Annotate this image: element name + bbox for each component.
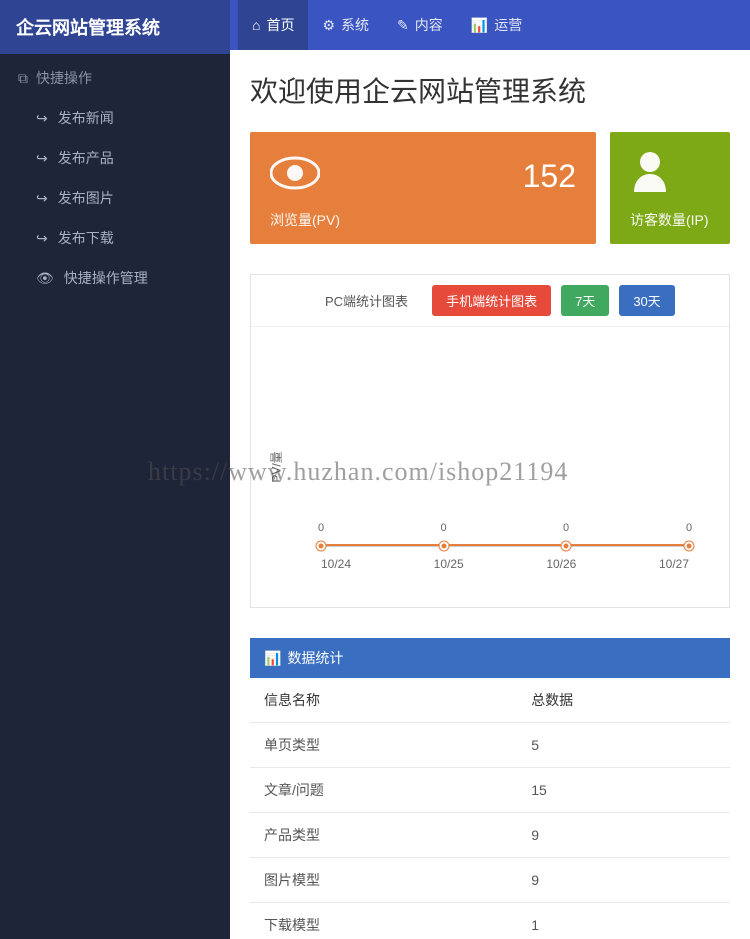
chart-tab-pc[interactable]: PC端统计图表 <box>311 285 422 316</box>
sidebar-item-label: 发布产品 <box>58 148 114 168</box>
user-icon <box>630 150 670 202</box>
chart-x-tick: 10/25 <box>434 557 464 571</box>
sidebar-item-label: 发布下载 <box>58 228 114 248</box>
table-cell-total: 15 <box>517 768 730 813</box>
share-icon: ↪ <box>36 150 48 167</box>
table-header-total: 总数据 <box>517 678 730 723</box>
table-cell-name: 单页类型 <box>250 723 517 768</box>
table-row: 文章/问题 15 <box>250 768 730 813</box>
chart-x-tick: 10/27 <box>659 557 689 571</box>
sidebar-item-product[interactable]: ↪ 发布产品 <box>0 138 230 178</box>
panel-header: 📊 数据统计 <box>250 638 730 678</box>
topnav-label: 系统 <box>341 15 369 35</box>
sidebar-item-news[interactable]: ↪ 发布新闻 <box>0 98 230 138</box>
share-icon: ↪ <box>36 190 48 207</box>
table-cell-total: 9 <box>517 858 730 903</box>
table-row: 图片模型 9 <box>250 858 730 903</box>
home-icon: ⌂ <box>252 17 260 33</box>
panel-title: 数据统计 <box>287 648 343 668</box>
topbar: ⌂ 首页 ⚙ 系统 ✎ 内容 📊 运营 <box>230 0 750 50</box>
sidebar-section-label: 快捷操作 <box>36 68 92 88</box>
chart-tab-30days[interactable]: 30天 <box>619 285 674 316</box>
table-row: 单页类型 5 <box>250 723 730 768</box>
sidebar-item-label: 发布新闻 <box>58 108 114 128</box>
stat-card-pv[interactable]: 152 浏览量(PV) <box>250 132 596 244</box>
stat-label: 浏览量(PV) <box>270 210 576 230</box>
sidebar-item-label: 发布图片 <box>58 188 114 208</box>
chart-point <box>685 542 694 551</box>
share-icon: ↪ <box>36 110 48 127</box>
table-cell-total: 9 <box>517 813 730 858</box>
eye-icon <box>270 152 320 200</box>
table-row: 下载模型 1 <box>250 903 730 939</box>
topnav-home[interactable]: ⌂ 首页 <box>238 0 308 50</box>
edit-icon: ✎ <box>397 17 409 34</box>
stat-card-ip[interactable]: 访客数量(IP) <box>610 132 730 244</box>
topnav-label: 内容 <box>415 15 443 35</box>
stat-value: 152 <box>523 158 576 195</box>
chart-line <box>321 544 689 546</box>
logo: 企云网站管理系统 <box>0 0 230 54</box>
chart-ylabel: PV/量 <box>268 451 285 482</box>
chart-icon: 📊 <box>264 650 281 667</box>
topnav-system[interactable]: ⚙ 系统 <box>308 0 383 50</box>
chart-x-tick: 10/24 <box>321 557 351 571</box>
table-header-row: 信息名称 总数据 <box>250 678 730 723</box>
chart-point-label: 0 <box>318 522 324 534</box>
sidebar-item-manage[interactable]: 👁 快捷操作管理 <box>0 258 230 298</box>
table-row: 产品类型 9 <box>250 813 730 858</box>
table-cell-total: 5 <box>517 723 730 768</box>
table-cell-name: 文章/问题 <box>250 768 517 813</box>
chart-point <box>439 542 448 551</box>
chart-x-tick: 10/26 <box>546 557 576 571</box>
table-cell-total: 1 <box>517 903 730 939</box>
chart-point-label: 0 <box>563 522 569 534</box>
chart-tab-7days[interactable]: 7天 <box>561 285 609 316</box>
stat-label: 访客数量(IP) <box>630 210 710 230</box>
chart-point-label: 0 <box>440 522 446 534</box>
chart-tabs: PC端统计图表 手机端统计图表 7天 30天 <box>251 275 729 327</box>
chart-tab-mobile[interactable]: 手机端统计图表 <box>432 285 551 316</box>
stat-cards-row: 152 浏览量(PV) 访客数量(IP) <box>250 132 730 244</box>
gear-icon: ⚙ <box>322 17 335 34</box>
chart-plot: 0 0 0 0 <box>321 347 689 547</box>
data-stats-panel: 📊 数据统计 信息名称 总数据 单页类型 5 <box>250 638 730 939</box>
content-area: 欢迎使用企云网站管理系统 152 浏览量(PV) <box>230 50 750 939</box>
chart-point <box>562 542 571 551</box>
sidebar-item-download[interactable]: ↪ 发布下载 <box>0 218 230 258</box>
chart-area: PV/量 0 0 0 0 10/24 10/25 <box>251 327 729 607</box>
chart-icon: 📊 <box>471 17 488 34</box>
topnav-content[interactable]: ✎ 内容 <box>383 0 457 50</box>
topnav-operation[interactable]: 📊 运营 <box>457 0 536 50</box>
table-cell-name: 产品类型 <box>250 813 517 858</box>
table-cell-name: 下载模型 <box>250 903 517 939</box>
chart-point-label: 0 <box>686 522 692 534</box>
table-cell-name: 图片模型 <box>250 858 517 903</box>
chart-x-ticks: 10/24 10/25 10/26 10/27 <box>321 557 689 571</box>
chart-point <box>317 542 326 551</box>
page-title: 欢迎使用企云网站管理系统 <box>250 70 730 110</box>
sidebar-item-label: 快捷操作管理 <box>64 268 148 288</box>
sidebar-item-image[interactable]: ↪ 发布图片 <box>0 178 230 218</box>
chart-panel: PC端统计图表 手机端统计图表 7天 30天 PV/量 0 0 0 <box>250 274 730 608</box>
eye-icon: 👁 <box>36 270 54 287</box>
share-icon: ↪ <box>36 230 48 247</box>
topnav-label: 首页 <box>266 15 294 35</box>
data-table: 信息名称 总数据 单页类型 5 文章/问题 15 <box>250 678 730 939</box>
sidebar: 企云网站管理系统 ⧉ 快捷操作 ↪ 发布新闻 ↪ 发布产品 ↪ 发布图片 ↪ 发… <box>0 0 230 939</box>
table-header-name: 信息名称 <box>250 678 517 723</box>
copy-icon: ⧉ <box>18 70 28 87</box>
sidebar-section-title[interactable]: ⧉ 快捷操作 <box>0 54 230 98</box>
topnav-label: 运营 <box>494 15 522 35</box>
